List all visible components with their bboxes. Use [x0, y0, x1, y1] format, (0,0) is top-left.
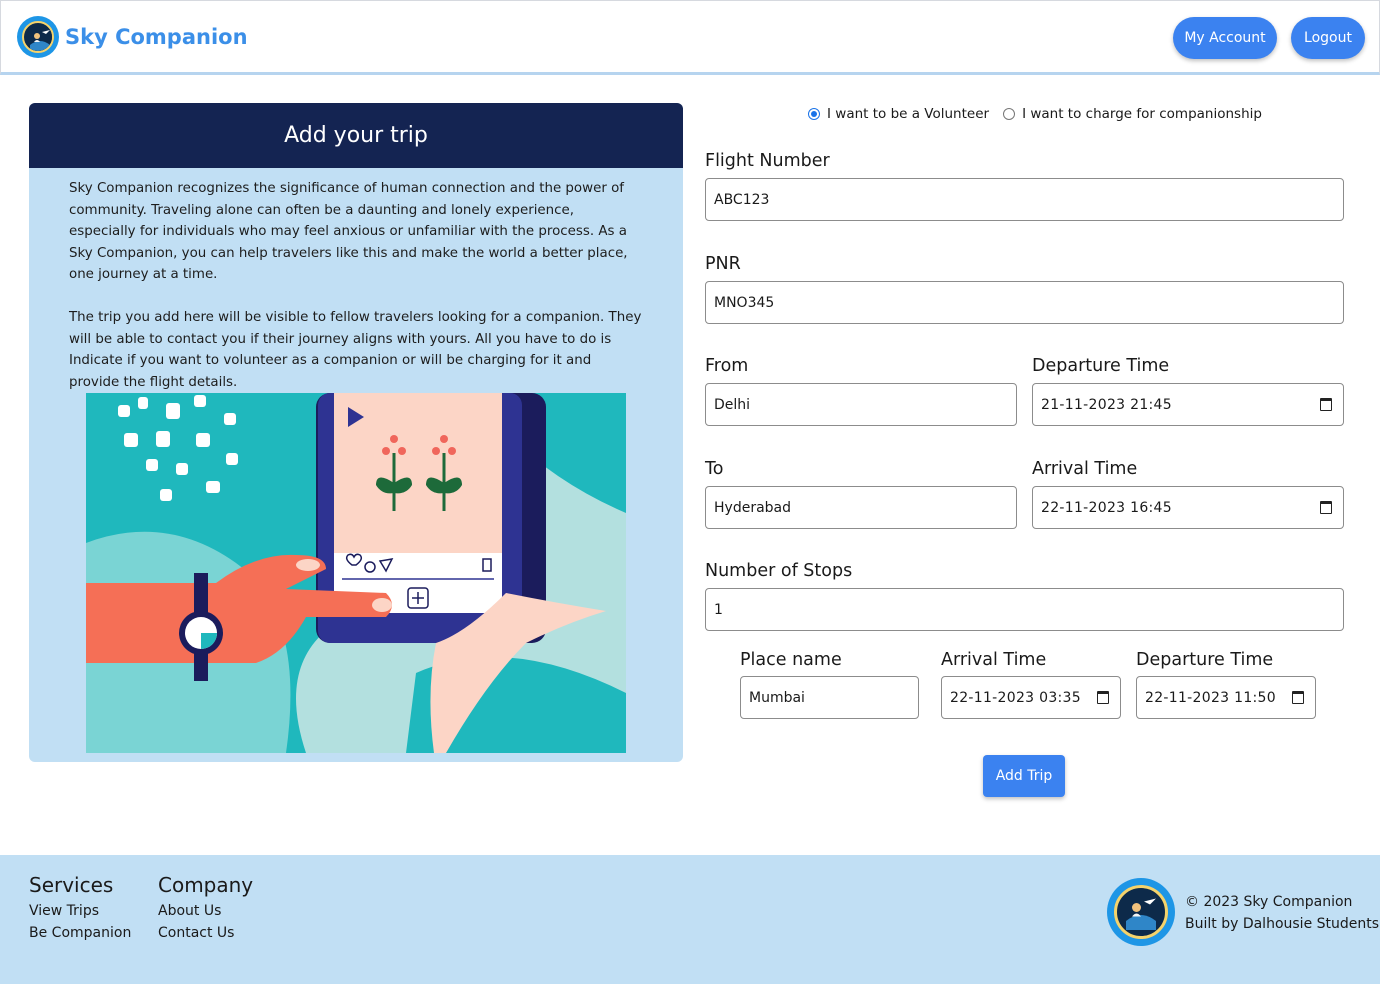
departure-time-input[interactable]: 21-11-2023 21:45 [1032, 383, 1344, 426]
footer-link-about-us[interactable]: About Us [158, 901, 253, 923]
add-trip-button[interactable]: Add Trip [983, 755, 1065, 797]
footer-company-title: Company [158, 873, 254, 897]
flight-number-value: ABC123 [714, 191, 770, 208]
trip-info-card: Add your trip Sky Companion recognizes t… [29, 103, 683, 762]
footer-link-contact-us[interactable]: Contact Us [158, 923, 253, 945]
stops-value: 1 [714, 601, 723, 618]
calendar-icon[interactable] [1320, 501, 1332, 514]
to-value: Hyderabad [714, 499, 791, 516]
departure-time-label: Departure Time [1032, 356, 1170, 376]
stop-departure-label: Departure Time [1136, 650, 1274, 670]
stop-arrival-value: 22-11-2023 03:35 [950, 689, 1081, 706]
logout-button[interactable]: Logout [1291, 17, 1365, 59]
card-description: Sky Companion recognizes the significanc… [29, 168, 683, 393]
card-paragraph-1: Sky Companion recognizes the significanc… [69, 181, 628, 282]
stop-arrival-input[interactable]: 22-11-2023 03:35 [941, 676, 1121, 719]
stop-departure-input[interactable]: 22-11-2023 11:50 [1136, 676, 1316, 719]
top-navbar: Sky Companion My Account Logout [0, 0, 1380, 75]
from-input[interactable]: Delhi [705, 383, 1017, 426]
departure-time-value: 21-11-2023 21:45 [1041, 396, 1172, 413]
pnr-value: MNO345 [714, 294, 775, 311]
stop-arrival-label: Arrival Time [941, 650, 1047, 670]
footer-logo-icon [1107, 878, 1175, 946]
footer: Services View Trips Be Companion Company… [0, 855, 1380, 984]
stops-label: Number of Stops [705, 561, 853, 581]
footer-credits: © 2023 Sky Companion Built by Dalhousie … [1185, 892, 1379, 935]
volunteer-radio-label[interactable]: I want to be a Volunteer [827, 106, 989, 122]
companion-type-radio-group: I want to be a Volunteer I want to charg… [808, 106, 1276, 122]
footer-services: Services View Trips Be Companion [29, 873, 131, 944]
card-paragraph-2: The trip you add here will be visible to… [69, 310, 642, 390]
footer-link-be-companion[interactable]: Be Companion [29, 923, 131, 945]
footer-copyright: © 2023 Sky Companion [1185, 894, 1353, 910]
charge-radio-label[interactable]: I want to charge for companionship [1022, 106, 1262, 122]
stop-place-value: Mumbai [749, 689, 805, 706]
footer-company: Company About Us Contact Us [158, 873, 253, 944]
pnr-label: PNR [705, 254, 741, 274]
footer-services-title: Services [29, 873, 114, 897]
from-label: From [705, 356, 749, 376]
footer-link-view-trips[interactable]: View Trips [29, 901, 131, 923]
arrival-time-input[interactable]: 22-11-2023 16:45 [1032, 486, 1344, 529]
volunteer-radio[interactable] [808, 108, 820, 120]
footer-built-by: Built by Dalhousie Students [1185, 915, 1380, 932]
logo-icon [17, 16, 59, 58]
stop-departure-value: 22-11-2023 11:50 [1145, 689, 1276, 706]
brand[interactable]: Sky Companion [17, 16, 248, 58]
to-label: To [705, 459, 724, 479]
phone-hand-illustration [86, 393, 626, 753]
calendar-icon[interactable] [1320, 398, 1332, 411]
arrival-time-value: 22-11-2023 16:45 [1041, 499, 1172, 516]
charge-radio[interactable] [1003, 108, 1016, 120]
brand-name: Sky Companion [65, 25, 248, 49]
stop-place-input[interactable]: Mumbai [740, 676, 919, 719]
arrival-time-label: Arrival Time [1032, 459, 1138, 479]
flight-number-label: Flight Number [705, 151, 830, 171]
pnr-input[interactable]: MNO345 [705, 281, 1344, 324]
card-title: Add your trip [29, 103, 683, 168]
my-account-button[interactable]: My Account [1173, 17, 1277, 59]
calendar-icon[interactable] [1292, 691, 1304, 704]
stop-place-label: Place name [740, 650, 842, 670]
from-value: Delhi [714, 396, 751, 413]
stops-input[interactable]: 1 [705, 588, 1344, 631]
flight-number-input[interactable]: ABC123 [705, 178, 1344, 221]
to-input[interactable]: Hyderabad [705, 486, 1017, 529]
calendar-icon[interactable] [1097, 691, 1109, 704]
